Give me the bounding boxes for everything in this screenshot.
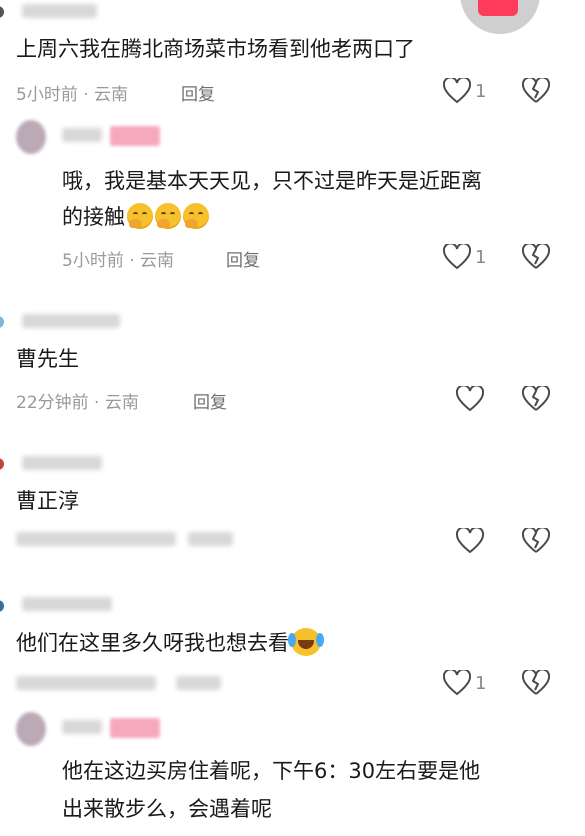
avatar — [0, 6, 4, 18]
comment-meta: 5小时前 · 云南 — [62, 251, 175, 271]
like-button[interactable]: 1 — [443, 244, 486, 270]
blurred-username — [62, 128, 102, 142]
broken-heart-icon — [521, 384, 551, 411]
avatar[interactable] — [0, 458, 4, 470]
reply-button[interactable]: 回复 — [193, 388, 227, 413]
comment-text: 哦，我是基本天天见，只不过是昨天是近距离 — [62, 169, 482, 193]
heart-icon — [443, 78, 471, 104]
broken-heart-icon — [521, 242, 551, 269]
emoji-icon — [155, 203, 181, 229]
avatar[interactable] — [0, 316, 4, 328]
blurred-meta — [16, 676, 156, 690]
comment-meta: 5小时前 · 云南 — [16, 85, 129, 105]
dislike-button[interactable] — [521, 242, 551, 274]
blurred-username — [22, 597, 112, 611]
heart-icon — [456, 386, 484, 412]
comment-text-line2: 出来散步么，会遇着呢 — [62, 797, 272, 821]
avatar[interactable] — [0, 600, 4, 612]
blurred-badge — [110, 718, 160, 738]
dislike-button[interactable] — [521, 526, 551, 558]
comment-text: 他在这边买房住着呢，下午6：30左右要是他 — [62, 759, 481, 783]
heart-icon — [443, 244, 471, 270]
like-button[interactable] — [456, 386, 484, 412]
like-count: 1 — [475, 246, 487, 268]
like-button[interactable]: 1 — [443, 78, 486, 104]
dislike-button[interactable] — [521, 384, 551, 416]
reply-button[interactable]: 回复 — [226, 246, 260, 271]
blurred-reply — [188, 532, 233, 546]
blurred-meta — [16, 532, 176, 546]
comment-text-fragment: 他们在这里多久呀我也想去看 — [16, 631, 289, 655]
app-icon — [478, 0, 518, 16]
reply-button[interactable]: 回复 — [181, 80, 215, 105]
heart-icon — [443, 670, 471, 696]
broken-heart-icon — [521, 668, 551, 695]
dislike-button[interactable] — [521, 668, 551, 700]
blurred-username — [22, 4, 97, 18]
blurred-username — [22, 456, 102, 470]
like-count: 1 — [475, 672, 487, 694]
heart-icon — [456, 528, 484, 554]
comment-text: 曹先生 — [16, 347, 79, 371]
avatar[interactable] — [16, 120, 46, 154]
crying-laughing-emoji-icon — [288, 628, 324, 656]
broken-heart-icon — [521, 76, 551, 103]
like-button[interactable]: 1 — [443, 670, 486, 696]
like-button[interactable] — [456, 528, 484, 554]
blurred-username — [62, 720, 102, 734]
avatar[interactable] — [16, 712, 46, 746]
blurred-username — [22, 314, 120, 328]
blurred-reply — [176, 676, 221, 690]
dislike-button[interactable] — [521, 76, 551, 108]
comment-text: 他们在这里多久呀我也想去看 — [16, 626, 324, 660]
comment-text: 曹正淳 — [16, 489, 79, 513]
comment-meta: 22分钟前 · 云南 — [16, 393, 139, 413]
comment-text-line2: 的接触 — [62, 200, 209, 234]
floating-app-icon[interactable] — [460, 0, 540, 34]
comment-text-fragment: 的接触 — [62, 205, 125, 229]
comment-text: 上周六我在腾北商场菜市场看到他老两口了 — [16, 37, 415, 61]
broken-heart-icon — [521, 526, 551, 553]
emoji-icon — [127, 203, 153, 229]
emoji-icon — [183, 203, 209, 229]
like-count: 1 — [475, 80, 487, 102]
blurred-badge — [110, 126, 160, 146]
